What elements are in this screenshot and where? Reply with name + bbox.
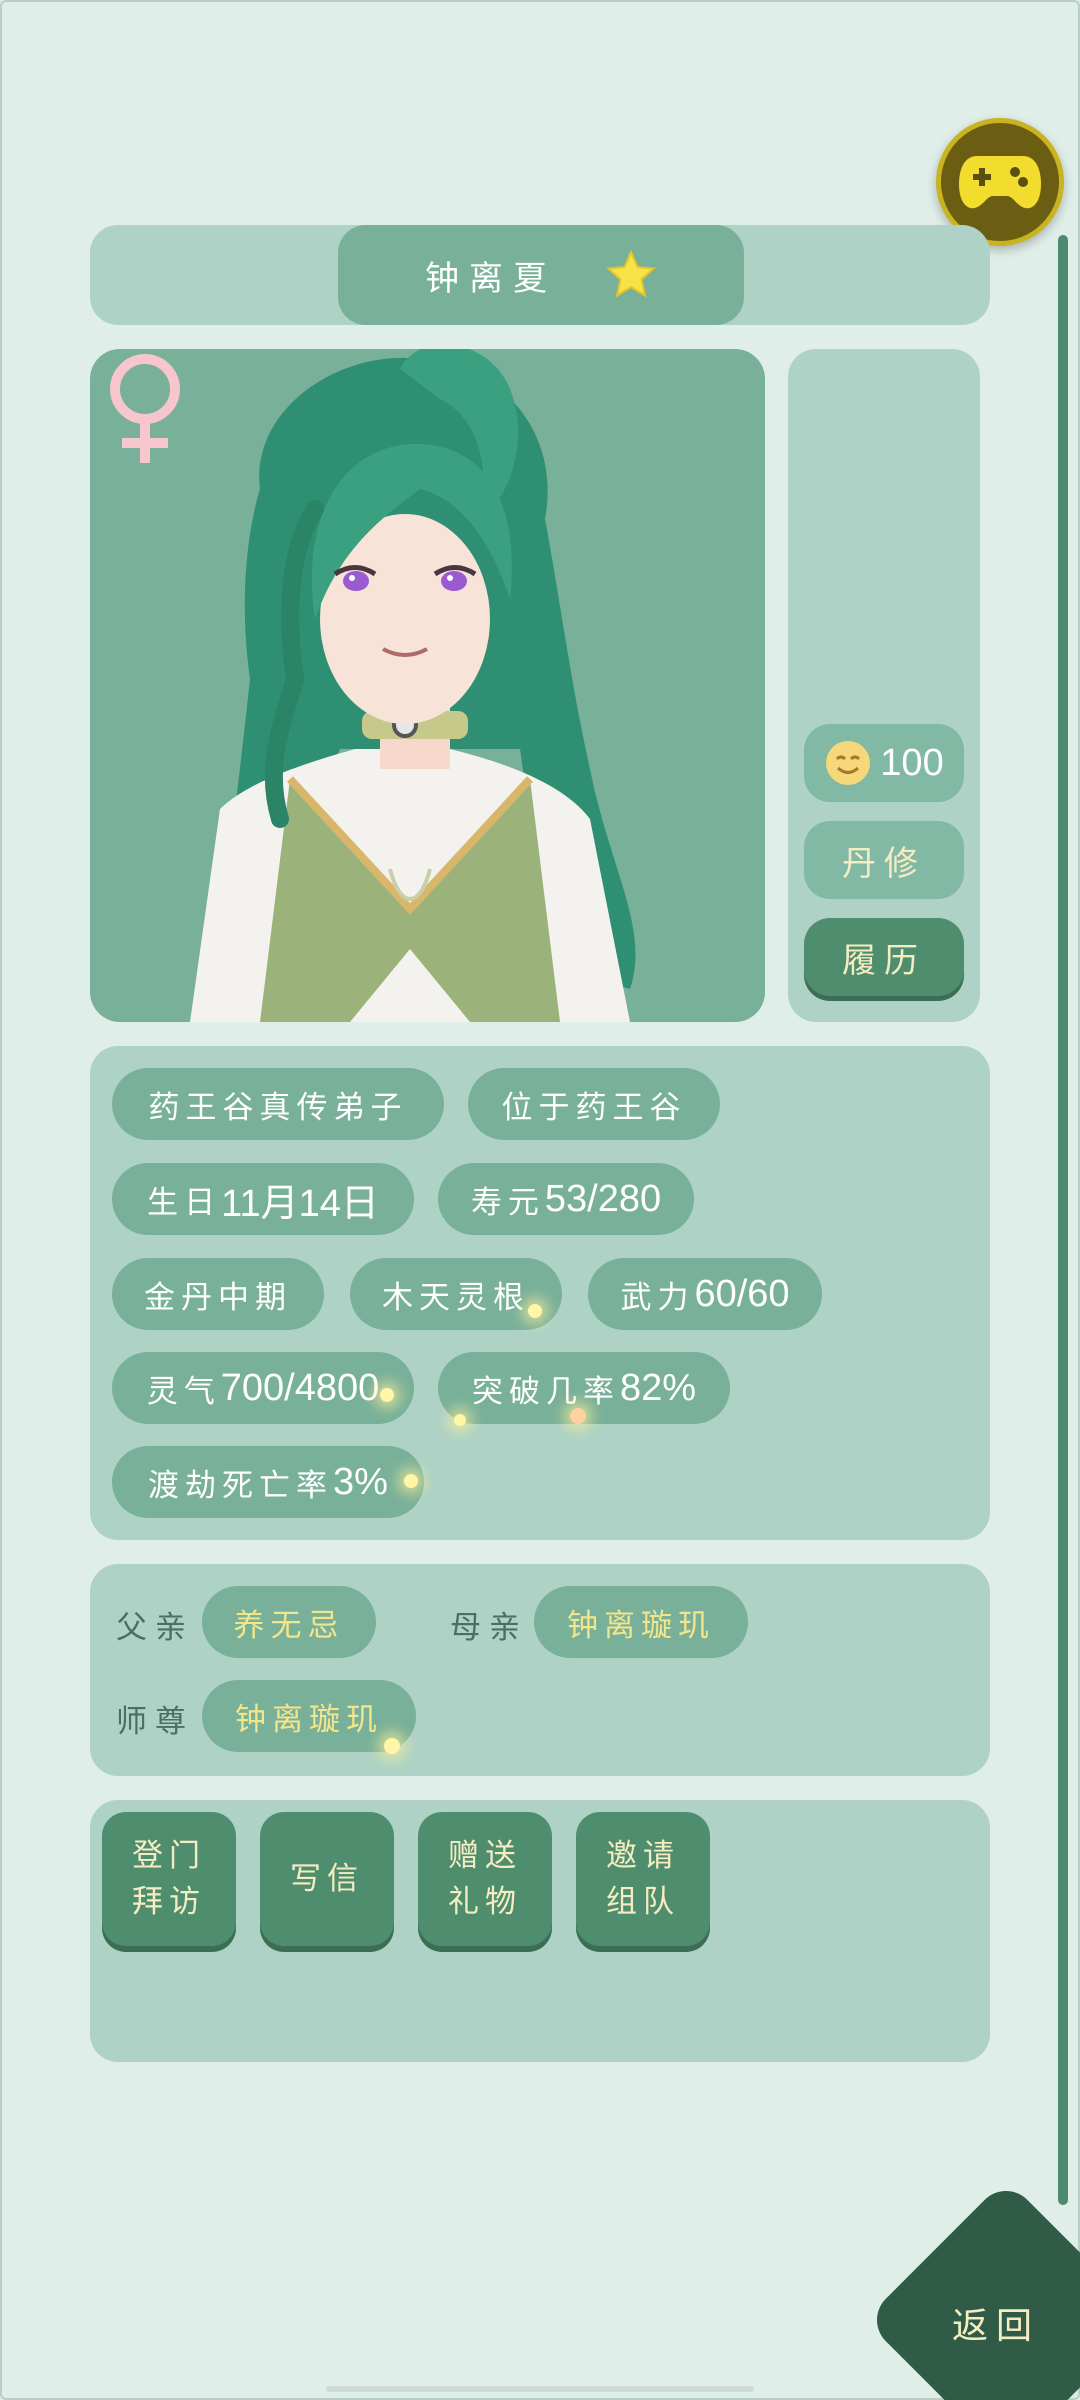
star-icon[interactable] — [605, 249, 657, 301]
visit-label-line1: 登门 — [132, 1838, 206, 1874]
combat-power-label: 武力 — [620, 1279, 695, 1316]
relations-panel: 父亲 养无忌 母亲 钟离璇玑 师尊 钟离璇玑 — [90, 1564, 990, 1776]
sparkle-effect — [380, 1388, 394, 1402]
birthday-tag: 生日 11月14日 — [112, 1163, 414, 1235]
visit-label-line2: 拜访 — [132, 1884, 206, 1920]
realm-tag: 金丹中期 — [112, 1258, 324, 1330]
name-tab: 钟离夏 — [338, 225, 744, 325]
sparkle-effect — [384, 1738, 400, 1754]
tribulation-value: 3% — [333, 1460, 388, 1503]
character-portrait — [90, 349, 765, 1022]
mother-label: 母亲 — [450, 1610, 528, 1646]
smiling-face-icon — [826, 741, 871, 785]
lifespan-value: 53/280 — [544, 1177, 662, 1220]
mother-name-button[interactable]: 钟离璇玑 — [534, 1586, 748, 1658]
character-name: 钟离夏 — [425, 258, 557, 299]
back-button-label[interactable]: 返回 — [952, 2297, 1040, 2349]
combat-power-value: 60/60 — [694, 1272, 790, 1315]
female-symbol-icon — [110, 354, 180, 463]
give-gift-label-line1: 赠送 — [448, 1838, 522, 1874]
home-indicator — [326, 2386, 754, 2392]
invite-party-label-line2: 组队 — [606, 1884, 680, 1920]
sparkle-effect — [454, 1414, 466, 1426]
qi-label: 灵气 — [146, 1373, 221, 1410]
invite-party-label-line1: 邀请 — [606, 1838, 680, 1874]
lifespan-tag: 寿元 53/280 — [438, 1163, 694, 1235]
sparkle-effect — [570, 1408, 586, 1424]
mood-indicator: 100 — [804, 724, 964, 802]
back-button[interactable] — [864, 2178, 1080, 2400]
breakthrough-value: 82% — [619, 1366, 697, 1409]
visit-button[interactable]: 登门 拜访 — [102, 1812, 236, 1946]
give-gift-button[interactable]: 赠送 礼物 — [418, 1812, 552, 1946]
tribulation-death-tag: 渡劫死亡率 3% — [112, 1446, 424, 1518]
name-header: 钟离夏 — [90, 225, 990, 325]
tribulation-label: 渡劫死亡率 — [148, 1467, 334, 1504]
spirit-root-tag: 木天灵根 — [350, 1258, 562, 1330]
father-name-button[interactable]: 养无忌 — [202, 1586, 376, 1658]
location-tag: 位于药王谷 — [468, 1068, 720, 1140]
write-letter-button[interactable]: 写信 — [260, 1812, 394, 1946]
invite-party-button[interactable]: 邀请 组队 — [576, 1812, 710, 1946]
master-name-button[interactable]: 钟离璇玑 — [202, 1680, 416, 1752]
sparkle-effect — [404, 1474, 418, 1488]
father-label: 父亲 — [116, 1610, 194, 1646]
sect-tag: 药王谷真传弟子 — [112, 1068, 444, 1140]
master-label: 师尊 — [116, 1704, 194, 1740]
history-button[interactable]: 履历 — [804, 918, 964, 996]
scrollbar[interactable] — [1058, 235, 1068, 2205]
qi-value: 700/4800 — [220, 1366, 380, 1409]
lifespan-label: 寿元 — [470, 1184, 545, 1221]
give-gift-label-line2: 礼物 — [448, 1884, 522, 1920]
side-panel: 100 丹修 履历 — [788, 349, 980, 1022]
actions-panel: 登门拜访 写信 赠送礼物 邀请组队 — [90, 1800, 990, 2062]
gamepad-icon — [959, 156, 1041, 209]
birthday-label: 生日 — [147, 1184, 222, 1221]
mood-value: 100 — [880, 741, 944, 784]
write-letter-label: 写信 — [290, 1861, 364, 1897]
info-panel: 药王谷真传弟子 位于药王谷 生日 11月14日 寿元 53/280 金丹中期 木天灵… — [90, 1046, 990, 1540]
qi-tag: 灵气 700/4800 — [112, 1352, 414, 1424]
birthday-value: 11月14日 — [221, 1182, 379, 1225]
sparkle-effect — [528, 1304, 542, 1318]
profession-badge: 丹修 — [804, 821, 964, 899]
combat-power-tag: 武力 60/60 — [588, 1258, 822, 1330]
breakthrough-label: 突破几率 — [471, 1373, 620, 1410]
